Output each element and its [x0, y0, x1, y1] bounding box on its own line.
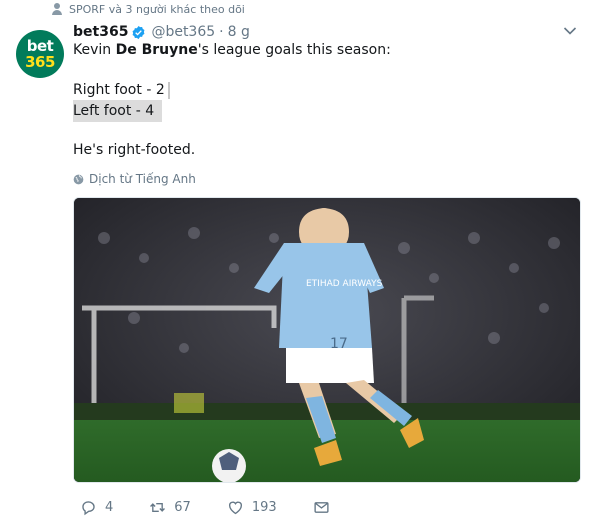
- verified-badge-icon: [133, 25, 145, 39]
- tweet-line1-pre: Kevin: [73, 42, 116, 58]
- author-handle[interactable]: @bet365: [151, 24, 215, 40]
- envelope-icon: [314, 501, 329, 513]
- retweet-icon: [150, 502, 166, 512]
- dm-button[interactable]: [313, 499, 338, 516]
- selection-edge: [167, 81, 170, 99]
- like-button[interactable]: 193: [227, 499, 277, 516]
- separator: ·: [219, 24, 224, 40]
- tweet-time[interactable]: 8 g: [228, 24, 250, 40]
- tweet-header: bet365 @bet365 · 8 g: [73, 22, 250, 42]
- tweet-line1-name: De Bruyne: [115, 42, 198, 58]
- retweet-count: 67: [174, 499, 191, 515]
- author-name[interactable]: bet365: [73, 24, 128, 40]
- tweet-photo[interactable]: ETIHAD AIRWAYS 17: [73, 197, 581, 483]
- heart-icon: [228, 501, 242, 514]
- tweet-line4: He's right-footed.: [73, 142, 196, 158]
- globe-icon: [73, 174, 84, 184]
- translate-label: Dịch từ Tiếng Anh: [89, 172, 196, 186]
- action-bar: 4 67 193: [80, 497, 374, 517]
- jersey-number: 17: [330, 336, 348, 352]
- reply-icon: [82, 500, 95, 515]
- sponsor-text: ETIHAD AIRWAYS: [306, 279, 383, 289]
- reply-count: 4: [105, 499, 114, 515]
- retweet-button[interactable]: 67: [149, 499, 191, 516]
- translate-link[interactable]: Dịch từ Tiếng Anh: [73, 171, 196, 187]
- social-context[interactable]: SPORF và 3 người khác theo dõi: [52, 2, 245, 16]
- tweet-line1-post: 's league goals this season:: [197, 42, 391, 58]
- person-icon: [52, 3, 62, 15]
- photo-icon: ETIHAD AIRWAYS 17: [74, 198, 580, 482]
- avatar-line1: bet: [26, 36, 54, 55]
- avatar[interactable]: bet 365: [16, 30, 64, 78]
- social-context-text: SPORF và 3 người khác theo dõi: [69, 2, 245, 16]
- like-count: 193: [251, 499, 277, 515]
- tweet-line2: Right foot - 2: [73, 82, 165, 98]
- chevron-down-icon[interactable]: [563, 26, 577, 36]
- tweet-line3: Left foot - 4: [73, 100, 163, 122]
- tweet-text: Kevin De Bruyne's league goals this seas…: [73, 40, 553, 160]
- avatar-line2: 365: [25, 52, 55, 71]
- reply-button[interactable]: 4: [80, 499, 113, 516]
